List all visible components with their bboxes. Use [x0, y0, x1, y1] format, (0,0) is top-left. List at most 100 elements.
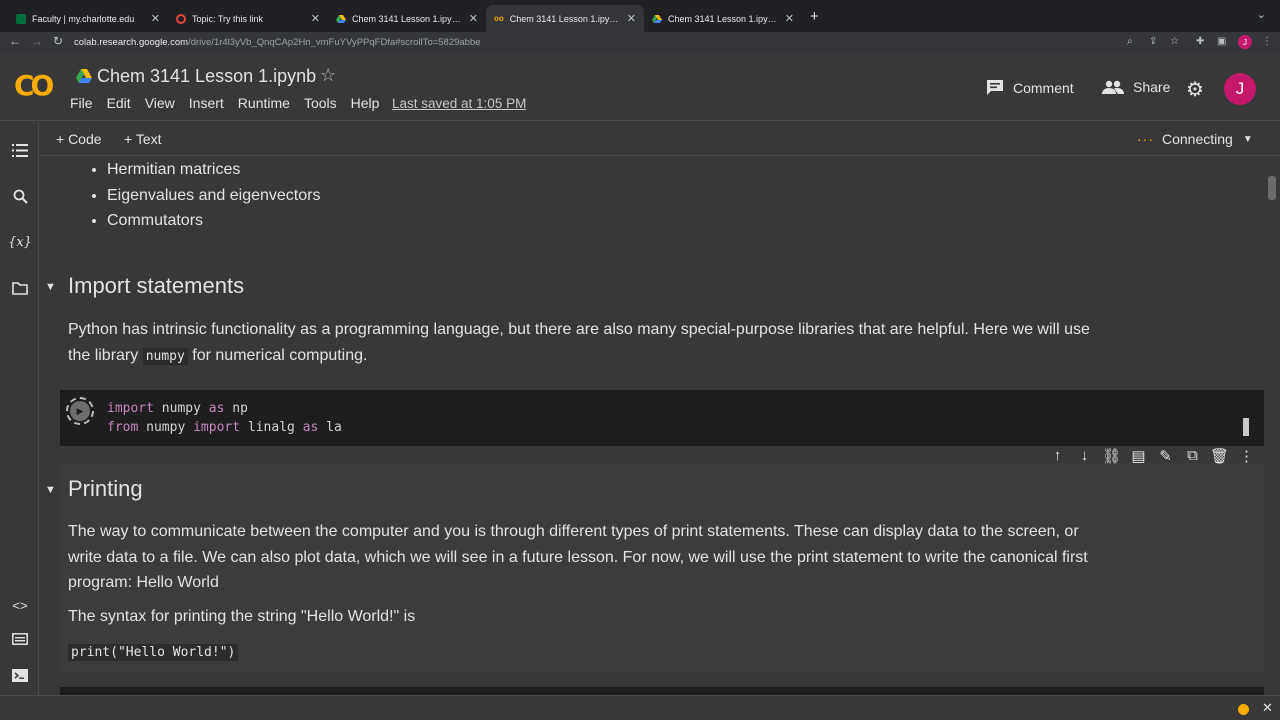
browser-tab-notebook-3[interactable]: Chem 3141 Lesson 1.ipynb - Co ✕	[644, 5, 802, 32]
keyword: as	[208, 401, 225, 416]
move-down-arrow-icon[interactable]: ↓	[1071, 447, 1098, 465]
drive-icon[interactable]	[76, 69, 92, 83]
status-dot-icon[interactable]	[1238, 704, 1249, 715]
menu-runtime[interactable]: Runtime	[238, 95, 290, 111]
new-tab-button[interactable]: +	[810, 8, 819, 25]
list-item: Eigenvalues and eigenvectors	[107, 187, 320, 213]
user-avatar[interactable]: J	[1224, 73, 1256, 105]
code-line[interactable]: from numpy import linalg as la	[107, 420, 342, 435]
close-icon[interactable]: ✕	[151, 12, 160, 25]
paragraph-text: for numerical computing.	[187, 346, 368, 364]
tab-title: Faculty | my.charlotte.edu	[32, 13, 135, 24]
keyword: from	[107, 420, 139, 435]
notebook-title[interactable]: Chem 3141 Lesson 1.ipynb	[97, 66, 316, 87]
tab-search-chevron-icon[interactable]: ⌄	[1257, 8, 1266, 21]
browser-tab-strip: Faculty | my.charlotte.edu ✕ Topic: Try …	[0, 0, 1280, 32]
share-button[interactable]: Share	[1102, 79, 1170, 95]
charlotte-icon	[16, 13, 26, 24]
close-icon[interactable]: ✕	[627, 12, 636, 25]
notebook-toolbar: + Code + Text ··· Connecting ▼ ⌃	[40, 122, 1280, 156]
url-host: colab.research.google.com	[74, 37, 189, 48]
drive-icon	[652, 14, 662, 23]
code-cell-imports[interactable]: ▶ import numpy as np from numpy import l…	[60, 390, 1264, 446]
settings-gear-icon[interactable]: ⚙	[1186, 77, 1204, 102]
runtime-status-button[interactable]: ··· Connecting ▼	[1137, 131, 1253, 147]
edit-pencil-icon[interactable]: ✎	[1152, 447, 1179, 465]
terminal-icon[interactable]	[9, 664, 31, 686]
import-paragraph: Python has intrinsic functionality as a …	[68, 317, 1098, 369]
page-scrollbar[interactable]	[1268, 176, 1276, 200]
menu-file[interactable]: File	[70, 95, 93, 111]
syntax-paragraph: The syntax for printing the string "Hell…	[68, 608, 416, 625]
code-text: numpy	[153, 401, 209, 416]
code-line[interactable]: import numpy as np	[107, 401, 248, 416]
files-folder-icon[interactable]	[9, 277, 31, 299]
code-snippets-icon[interactable]: <>	[9, 594, 31, 616]
list-item: Commutators	[107, 212, 320, 238]
more-options-icon[interactable]: ⋮	[1233, 447, 1260, 465]
add-text-button[interactable]: + Text	[124, 131, 162, 147]
collapse-section-caret-icon[interactable]: ▼	[45, 484, 56, 496]
close-icon[interactable]: ✕	[1262, 700, 1273, 716]
move-up-arrow-icon[interactable]: ↑	[1044, 447, 1071, 465]
extensions-icon[interactable]: ✚	[1196, 36, 1204, 47]
keyword: import	[193, 420, 241, 435]
search-icon[interactable]	[9, 185, 31, 207]
code-text: linalg	[240, 420, 303, 435]
url-field[interactable]: colab.research.google.com/drive/1r4l3yVb…	[74, 33, 1254, 52]
last-saved-link[interactable]: Last saved at 1:05 PM	[392, 96, 526, 111]
inline-code: print("Hello World!")	[68, 644, 239, 661]
left-sidebar: {x} <>	[0, 122, 39, 695]
zoom-icon[interactable]: ⌕	[1127, 36, 1133, 47]
colab-icon: oo	[494, 13, 504, 23]
browser-tab-notebook-active[interactable]: oo Chem 3141 Lesson 1.ipynb - Co ✕	[486, 5, 644, 32]
close-icon[interactable]: ✕	[311, 12, 320, 25]
menu-view[interactable]: View	[145, 95, 175, 111]
menu-insert[interactable]: Insert	[189, 95, 224, 111]
list-item: Hermitian matrices	[107, 161, 320, 187]
keyword: import	[107, 401, 154, 416]
colab-header: CO Chem 3141 Lesson 1.ipynb ☆ File Edit …	[0, 53, 1280, 121]
topic-icon	[176, 13, 186, 24]
connecting-label: Connecting	[1162, 131, 1233, 147]
menu-help[interactable]: Help	[351, 95, 380, 111]
browser-tab-notebook-1[interactable]: Chem 3141 Lesson 1.ipynb - Co ✕	[328, 5, 486, 32]
status-bar: ✕	[0, 695, 1280, 720]
command-palette-icon[interactable]	[9, 628, 31, 650]
tab-title: Chem 3141 Lesson 1.ipynb - Co	[509, 13, 621, 24]
mirror-cell-icon[interactable]: ⧉	[1179, 447, 1206, 465]
browser-menu-icon[interactable]: ⋮	[1262, 36, 1272, 47]
tab-title: Topic: Try this link	[192, 13, 264, 24]
comment-icon[interactable]: ▤	[1125, 447, 1152, 465]
comment-button[interactable]: Comment	[986, 79, 1074, 96]
share-page-icon[interactable]: ⇪	[1149, 36, 1157, 47]
colab-logo[interactable]: CO	[14, 69, 54, 102]
menu-edit[interactable]: Edit	[107, 95, 131, 111]
back-arrow-icon[interactable]: ←	[9, 34, 21, 48]
next-code-cell[interactable]	[60, 687, 1264, 695]
print-code-snippet: print("Hello World!")	[68, 639, 1098, 666]
forward-arrow-icon[interactable]: →	[31, 34, 43, 48]
collapse-section-caret-icon[interactable]: ▼	[45, 281, 56, 293]
bookmark-star-icon[interactable]: ☆	[1170, 36, 1179, 47]
run-cell-button[interactable]: ▶	[66, 397, 94, 425]
share-label: Share	[1133, 79, 1171, 95]
browser-tab-topic[interactable]: Topic: Try this link ✕	[168, 5, 328, 32]
star-icon[interactable]: ☆	[320, 65, 336, 86]
add-code-button[interactable]: + Code	[56, 131, 102, 147]
link-icon[interactable]: ⛓	[1098, 447, 1125, 465]
cell-scrollbar[interactable]	[1243, 418, 1249, 436]
delete-trash-icon[interactable]: 🗑	[1206, 447, 1233, 465]
close-icon[interactable]: ✕	[469, 12, 478, 25]
code-text: la	[318, 420, 342, 435]
table-of-contents-icon[interactable]	[9, 139, 31, 161]
dropdown-caret-icon[interactable]: ▼	[1243, 134, 1253, 145]
close-icon[interactable]: ✕	[785, 12, 794, 25]
reload-icon[interactable]: ↻	[53, 34, 63, 48]
browser-tab-faculty[interactable]: Faculty | my.charlotte.edu ✕	[8, 5, 168, 32]
variables-icon[interactable]: {x}	[8, 231, 32, 253]
side-panel-icon[interactable]: ▣	[1217, 36, 1226, 47]
menu-tools[interactable]: Tools	[304, 95, 337, 111]
menu-bar: File Edit View Insert Runtime Tools Help	[70, 95, 393, 111]
browser-profile-avatar[interactable]: J	[1238, 35, 1252, 49]
